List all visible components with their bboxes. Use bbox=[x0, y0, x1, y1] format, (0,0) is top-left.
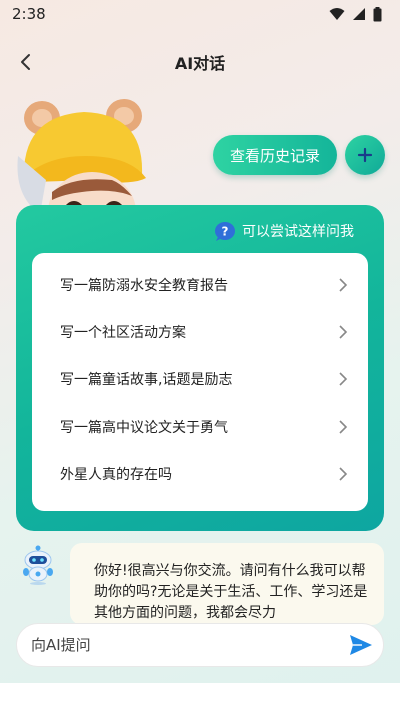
chevron-right-icon bbox=[339, 372, 348, 387]
chevron-right-icon bbox=[339, 467, 348, 481]
chevron-right-icon bbox=[339, 278, 348, 292]
question-bubble-icon: ? bbox=[215, 222, 235, 241]
nav-bar: AI对话 bbox=[0, 40, 400, 84]
suggestion-item-label: 外星人真的存在吗 bbox=[60, 467, 172, 484]
status-time: 2:38 bbox=[12, 5, 46, 23]
suggestion-item[interactable]: 外星人真的存在吗 bbox=[48, 451, 352, 498]
suggestion-item-label: 写一个社区活动方案 bbox=[60, 325, 186, 342]
plus-icon bbox=[357, 147, 373, 163]
bot-message-bubble: 你好!很高兴与你交流。请问有什么我可以帮助你的吗?无论是关于生活、工作、学习还是… bbox=[70, 543, 384, 625]
chevron-right-icon bbox=[339, 325, 348, 339]
chevron-right-icon bbox=[339, 420, 348, 434]
send-button[interactable] bbox=[339, 623, 383, 667]
suggestion-item[interactable]: 写一篇高中议论文关于勇气 bbox=[48, 403, 352, 450]
view-history-button[interactable]: 查看历史记录 bbox=[213, 135, 337, 175]
wifi-icon bbox=[329, 8, 345, 20]
composer bbox=[16, 623, 384, 667]
suggestion-item[interactable]: 写一个社区活动方案 bbox=[48, 308, 352, 355]
robot-avatar-icon bbox=[23, 545, 53, 585]
status-bar: 2:38 bbox=[0, 0, 400, 28]
page-title: AI对话 bbox=[174, 54, 226, 73]
suggestion-item[interactable]: 写一篇防溺水安全教育报告 bbox=[48, 261, 352, 308]
suggestion-item-label: 写一篇高中议论文关于勇气 bbox=[60, 419, 228, 436]
chevron-left-icon bbox=[21, 54, 30, 70]
suggestion-card: ? 可以尝试这样问我 写一篇防溺水安全教育报告 写一个社区活动方案 写一篇童话故… bbox=[16, 205, 384, 531]
signal-icon bbox=[353, 8, 365, 20]
send-icon bbox=[350, 635, 372, 655]
suggestion-hint: ? 可以尝试这样问我 bbox=[214, 221, 354, 241]
battery-icon bbox=[373, 6, 382, 21]
suggestion-item-label: 写一篇童话故事,话题是励志 bbox=[60, 372, 233, 389]
back-button[interactable] bbox=[12, 48, 40, 76]
bottom-safe-area bbox=[0, 683, 400, 711]
suggestion-list: 写一篇防溺水安全教育报告 写一个社区活动方案 写一篇童话故事,话题是励志 写一篇… bbox=[32, 253, 368, 511]
svg-text:?: ? bbox=[222, 225, 229, 239]
suggestion-hint-text: 可以尝试这样问我 bbox=[242, 224, 354, 240]
question-input[interactable] bbox=[31, 624, 339, 666]
suggestion-item-label: 写一篇防溺水安全教育报告 bbox=[60, 277, 228, 294]
suggestion-item[interactable]: 写一篇童话故事,话题是励志 bbox=[48, 356, 352, 403]
status-icons bbox=[329, 6, 382, 22]
new-chat-button[interactable] bbox=[345, 135, 385, 175]
